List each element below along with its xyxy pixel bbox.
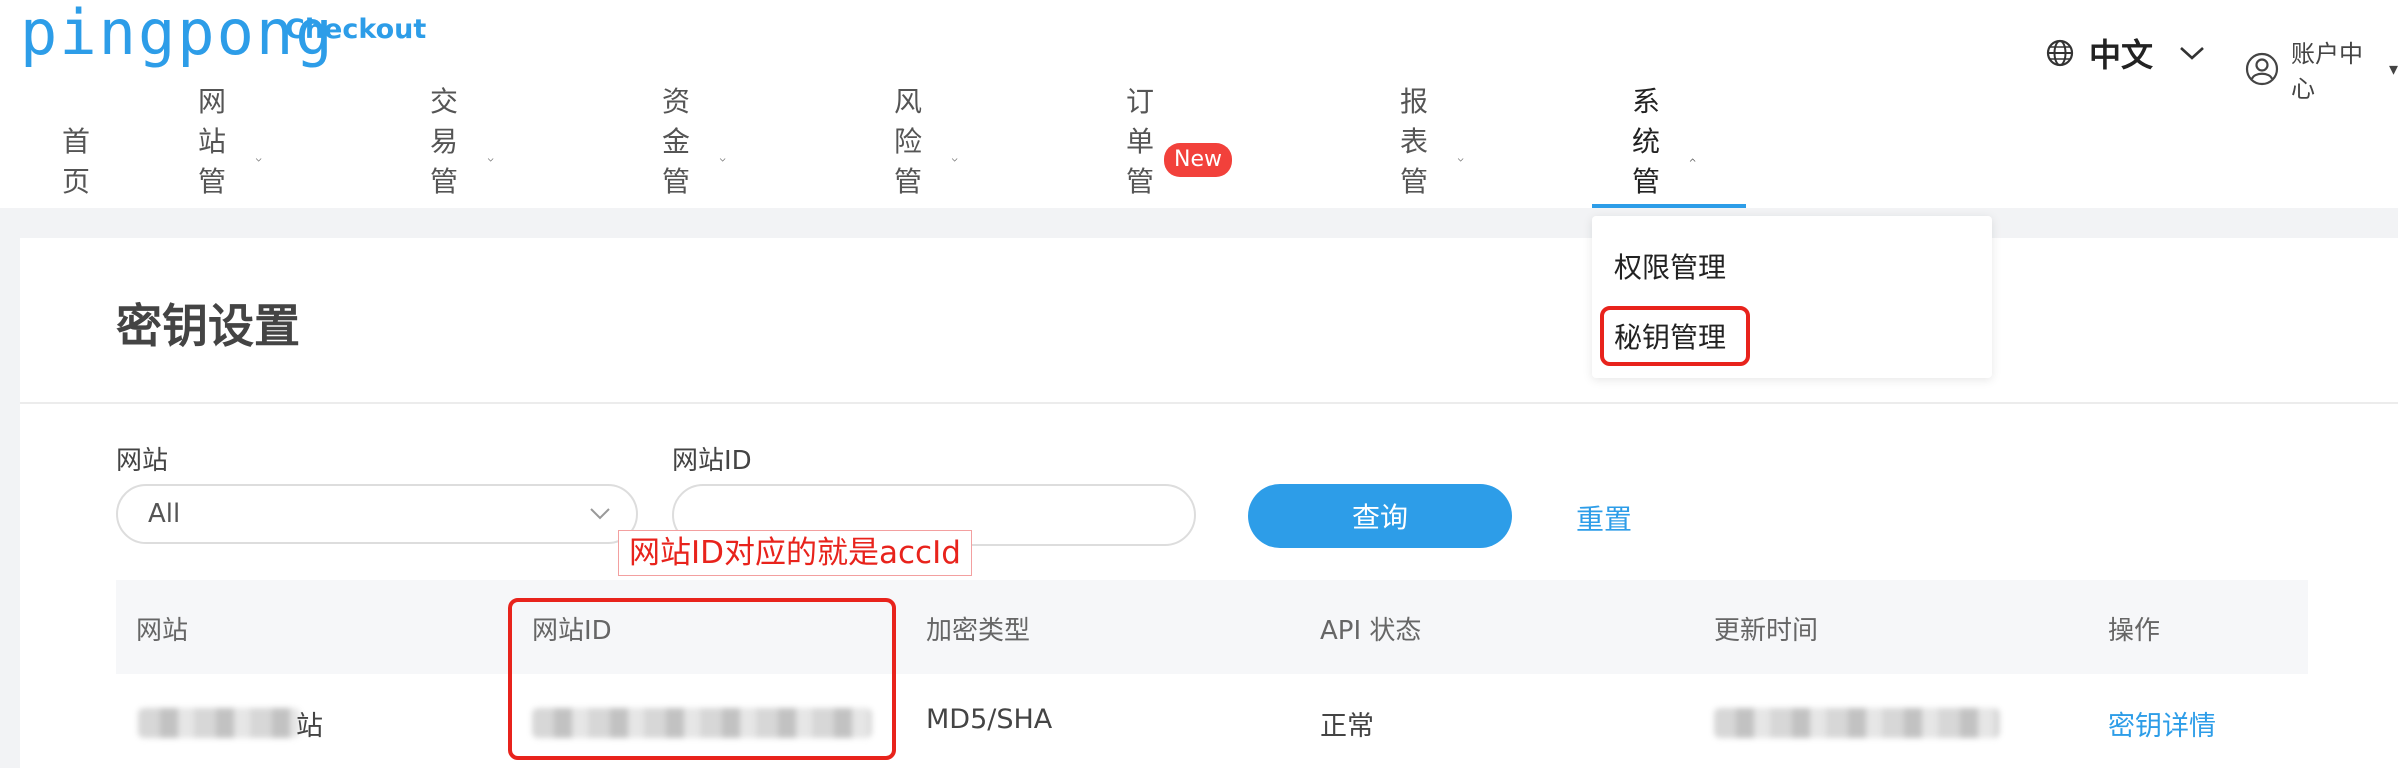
reset-button[interactable]: 重置: [1576, 498, 1632, 538]
nav-item-risk-management[interactable]: 风险管理: [894, 85, 958, 238]
chevron-down-icon: [2180, 47, 2204, 60]
redacted-site-name: [138, 708, 300, 738]
user-icon: [2245, 52, 2279, 86]
top-header: pingpong Checkout 中文 账户中心 ▾ 首页 网站管理: [0, 0, 2398, 238]
nav-item-system-management[interactable]: 系统管理: [1591, 85, 1747, 238]
column-header-action: 操作: [2108, 616, 2161, 646]
column-header-encryption: 加密类型: [926, 616, 1031, 646]
nav-item-transaction-management[interactable]: 交易管理: [430, 85, 494, 238]
globe-icon: [2046, 39, 2074, 67]
site-cell: 站: [296, 711, 323, 742]
site-select[interactable]: All: [116, 484, 638, 544]
nav-item-funds-management[interactable]: 资金管理: [662, 85, 726, 238]
site-id-highlight-box: [508, 598, 896, 760]
nav-item-order-management[interactable]: 订单管理 New: [1126, 85, 1233, 238]
site-id-filter-label: 网站ID: [672, 446, 752, 476]
language-selector[interactable]: 中文: [2045, 30, 2207, 76]
column-header-updated: 更新时间: [1714, 616, 1819, 646]
encryption-cell: MD5/SHA: [926, 704, 1053, 735]
language-label: 中文: [2089, 36, 2154, 74]
caret-down-icon: ▾: [2388, 58, 2398, 80]
account-menu[interactable]: 账户中心 ▾: [2245, 34, 2398, 104]
chevron-down-icon: [487, 158, 494, 162]
key-details-link[interactable]: 密钥详情: [2108, 704, 2216, 743]
column-header-site: 网站: [136, 616, 189, 646]
chevron-down-icon: [719, 158, 726, 162]
chevron-down-icon: [951, 158, 958, 162]
nav-item-label: 首页: [62, 125, 91, 198]
nav-item-site-management[interactable]: 网站管理: [198, 85, 262, 238]
redacted-updated-time: [1714, 708, 2000, 738]
key-management-highlight-box: [1600, 306, 1750, 366]
menu-item-permissions[interactable]: 权限管理: [1614, 246, 1726, 286]
site-filter-label: 网站: [116, 446, 169, 476]
nav-item-report-management[interactable]: 报表管理: [1400, 85, 1464, 238]
query-button[interactable]: 查询: [1248, 484, 1512, 548]
chevron-down-icon: [590, 508, 610, 520]
column-header-api-status: API 状态: [1320, 616, 1422, 646]
api-status-cell: 正常: [1320, 711, 1374, 742]
page-title: 密钥设置: [116, 299, 300, 353]
logo-product: Checkout: [285, 14, 427, 45]
chevron-down-icon: [1457, 158, 1464, 162]
divider: [20, 402, 2398, 404]
chevron-down-icon: [255, 158, 262, 162]
site-select-value: All: [148, 499, 181, 529]
annotation-note: 网站ID对应的就是accId: [618, 530, 972, 576]
table-header: [116, 580, 2308, 674]
new-badge: New: [1164, 143, 1233, 177]
account-label: 账户中心: [2290, 40, 2363, 103]
nav-item-home[interactable]: 首页: [62, 118, 90, 202]
chevron-up-icon: [1689, 158, 1696, 162]
